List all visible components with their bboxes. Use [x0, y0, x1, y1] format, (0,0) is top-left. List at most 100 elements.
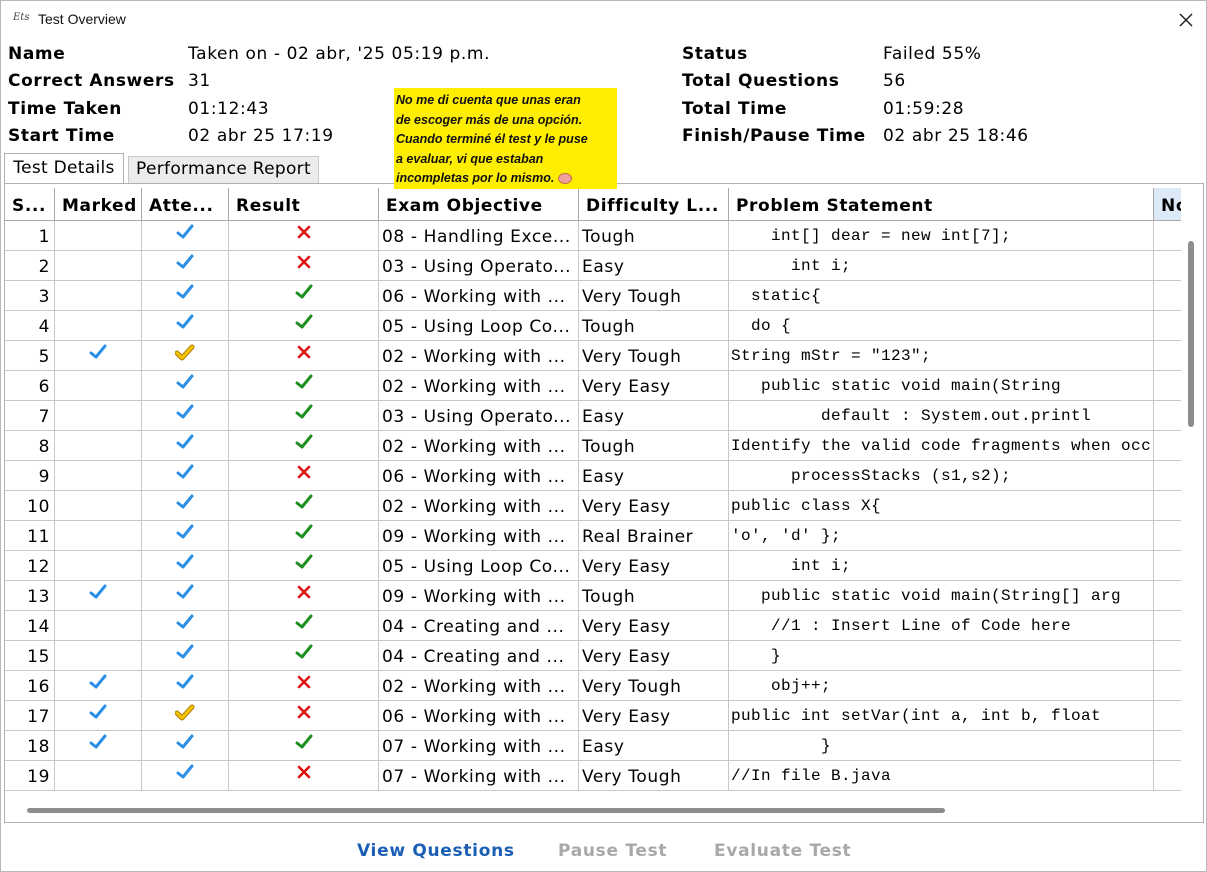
correct-check-icon [295, 404, 313, 425]
cell-difficulty: Very Tough [579, 281, 729, 311]
cell-difficulty: Easy [579, 401, 729, 431]
cell-seq: 2 [5, 251, 55, 281]
table-row[interactable]: 6 02 - Working with ... Very Easy public s… [5, 371, 1181, 401]
cell-attempted [142, 221, 229, 251]
cell-difficulty: Very Easy [579, 701, 729, 731]
pause-test-button[interactable]: Pause Test [558, 841, 667, 861]
close-button[interactable] [1169, 5, 1203, 35]
cell-seq: 3 [5, 281, 55, 311]
correct-check-icon [295, 494, 313, 515]
cell-problem: 'o', 'd' }; [729, 521, 1154, 551]
cell-result [229, 491, 379, 521]
cell-objective: 09 - Working with ... [379, 521, 579, 551]
cell-notes [1154, 401, 1181, 431]
table-row[interactable]: 8 02 - Working with ... Tough Identify the … [5, 431, 1181, 461]
table-row[interactable]: 1 08 - Handling Exce... Tough int[] dear =… [5, 221, 1181, 251]
cell-difficulty: Very Tough [579, 671, 729, 701]
correct-check-icon [295, 554, 313, 575]
col-header-objective[interactable]: Exam Objective [379, 188, 579, 221]
table-row[interactable]: 13 09 - Working with ... Tough public stat… [5, 581, 1181, 611]
test-overview-window: Ets Test Overview Name Taken on - 02 abr… [0, 0, 1207, 872]
cell-notes [1154, 701, 1181, 731]
title-bar: Ets Test Overview [1, 1, 1206, 39]
table-row[interactable]: 19 07 - Working with ... Very Tough//In fi… [5, 761, 1181, 791]
wrong-cross-icon [297, 674, 311, 694]
cell-marked [55, 311, 142, 341]
correct-check-icon [295, 644, 313, 665]
name-value: Taken on - 02 abr, '25 05:19 p.m. [188, 44, 491, 64]
cell-objective: 04 - Creating and ... [379, 611, 579, 641]
cell-marked [55, 461, 142, 491]
table-row[interactable]: 3 06 - Working with ... Very Tough static{ [5, 281, 1181, 311]
tab-test-details[interactable]: Test Details [4, 153, 124, 184]
cell-seq: 12 [5, 551, 55, 581]
col-header-problem[interactable]: Problem Statement [729, 188, 1154, 221]
cell-objective: 08 - Handling Exce... [379, 221, 579, 251]
table-row[interactable]: 5 02 - Working with ... Very Tough String m… [5, 341, 1181, 371]
cell-attempted [142, 341, 229, 371]
finish-time-value: 02 abr 25 18:46 [883, 126, 1029, 146]
table-row[interactable]: 11 09 - Working with ... Real Brainer'o', … [5, 521, 1181, 551]
col-header-result[interactable]: Result [229, 188, 379, 221]
window-title: Test Overview [38, 11, 126, 27]
cell-difficulty: Very Easy [579, 641, 729, 671]
cell-difficulty: Easy [579, 251, 729, 281]
cell-attempted [142, 311, 229, 341]
table-row[interactable]: 7 03 - Using Operato... Easy default : Sys… [5, 401, 1181, 431]
cell-marked [55, 281, 142, 311]
table-row[interactable]: 9 06 - Working with ... Easy processStacks… [5, 461, 1181, 491]
col-header-marked[interactable]: Marked [55, 188, 142, 221]
view-questions-button[interactable]: View Questions [357, 841, 515, 861]
table-row[interactable]: 4 05 - Using Loop Co... Tough do { [5, 311, 1181, 341]
vertical-scrollbar[interactable] [1188, 241, 1194, 427]
tab-performance-report[interactable]: Performance Report [128, 156, 319, 183]
col-header-notes[interactable]: No [1154, 188, 1181, 221]
attempted-check-icon [176, 314, 194, 335]
cell-marked [55, 221, 142, 251]
cell-marked [55, 251, 142, 281]
table-row[interactable]: 12 05 - Using Loop Co... Very Easy int i; [5, 551, 1181, 581]
horizontal-scrollbar[interactable] [27, 808, 945, 813]
cell-seq: 9 [5, 461, 55, 491]
cell-seq: 15 [5, 641, 55, 671]
marked-check-icon [89, 734, 107, 755]
correct-check-icon [295, 374, 313, 395]
total-time-value: 01:59:28 [883, 99, 965, 119]
cell-problem: } [729, 641, 1154, 671]
start-time-label: Start Time [8, 126, 115, 146]
table-row[interactable]: 14 04 - Creating and ... Very Easy //1 : I… [5, 611, 1181, 641]
cell-seq: 19 [5, 761, 55, 791]
table-row[interactable]: 18 07 - Working with ... Easy } [5, 731, 1181, 761]
col-header-difficulty[interactable]: Difficulty L... [579, 188, 729, 221]
correct-check-icon [295, 524, 313, 545]
sticky-note-line-text: incompletas por lo mismo. [396, 171, 555, 185]
cell-seq: 11 [5, 521, 55, 551]
evaluate-test-button[interactable]: Evaluate Test [714, 841, 851, 861]
cell-attempted [142, 491, 229, 521]
table-row[interactable]: 16 02 - Working with ... Very Tough obj++; [5, 671, 1181, 701]
cell-objective: 07 - Working with ... [379, 761, 579, 791]
cell-difficulty: Easy [579, 731, 729, 761]
cell-difficulty: Tough [579, 431, 729, 461]
wrong-cross-icon [297, 464, 311, 484]
cell-result [229, 581, 379, 611]
total-time-label: Total Time [682, 99, 788, 119]
cell-seq: 1 [5, 221, 55, 251]
cell-marked [55, 401, 142, 431]
sticky-note-line: No me di cuenta que unas eran [396, 93, 581, 107]
marked-check-icon [89, 674, 107, 695]
cell-attempted [142, 251, 229, 281]
correct-check-icon [295, 614, 313, 635]
table-row[interactable]: 17 06 - Working with ... Very Easy public i… [5, 701, 1181, 731]
time-taken-value: 01:12:43 [188, 99, 270, 119]
table-row[interactable]: 2 03 - Using Operato... Easy int i; [5, 251, 1181, 281]
col-header-seq[interactable]: S... [5, 188, 55, 221]
cell-notes [1154, 281, 1181, 311]
col-header-attempted[interactable]: Atte... [142, 188, 229, 221]
table-row[interactable]: 15 04 - Creating and ... Very Easy } [5, 641, 1181, 671]
table-row[interactable]: 10 02 - Working with ... Very Easy public c… [5, 491, 1181, 521]
cell-objective: 05 - Using Loop Co... [379, 311, 579, 341]
cell-objective: 09 - Working with ... [379, 581, 579, 611]
cell-marked [55, 731, 142, 761]
start-time-value: 02 abr 25 17:19 [188, 126, 334, 146]
